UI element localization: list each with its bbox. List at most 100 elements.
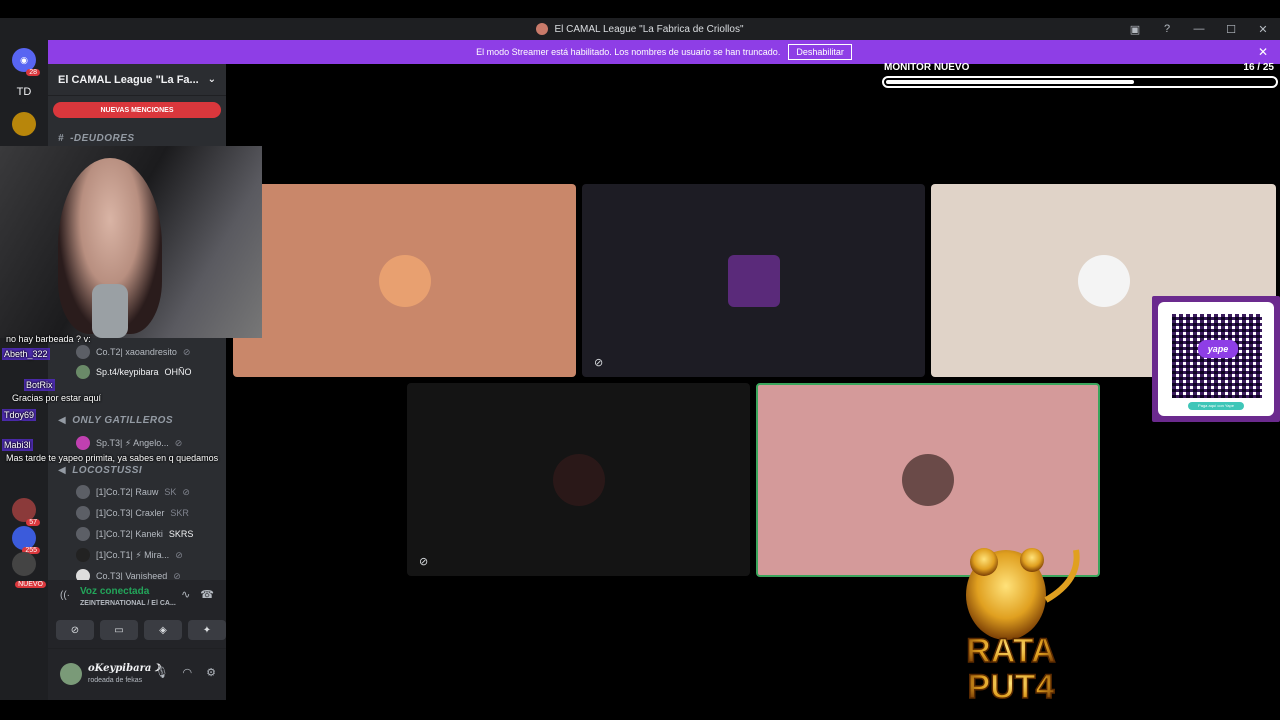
qr-card: yape Paga aquí con Yape xyxy=(1158,302,1274,416)
disable-streamer-button[interactable]: Deshabilitar xyxy=(788,44,852,60)
share-screen-button[interactable]: ▭ xyxy=(100,620,138,640)
avatar xyxy=(76,506,90,520)
server-icon xyxy=(536,23,549,35)
user-tag: SKR xyxy=(170,508,189,518)
voice-user[interactable]: [1]Co.T3| Craxler SKR xyxy=(76,503,189,523)
mute-icon: ⊘ xyxy=(182,486,190,497)
channel-label: LOCOSTUSSI xyxy=(72,464,143,476)
user-tag: SKRS xyxy=(168,529,194,539)
video-stage: ⊘ ⊘ xyxy=(226,64,1280,700)
voice-user[interactable]: Co.T2| xaoandresito ⊘ xyxy=(76,342,190,362)
voice-user[interactable]: Sp.t4/keypibara OHÑO xyxy=(76,362,192,382)
server-57[interactable]: 57 xyxy=(12,498,40,526)
camera-off-button[interactable]: ⊘ xyxy=(56,620,94,640)
minimize-icon[interactable]: — xyxy=(1192,23,1206,35)
avatar[interactable] xyxy=(60,663,82,685)
logo-word-2: PUT4 xyxy=(968,668,1055,706)
qr-caption: Paga aquí con Yape xyxy=(1188,402,1244,410)
mic-muted-icon: ⊘ xyxy=(419,556,429,568)
headphones-icon[interactable]: ◠ xyxy=(183,666,193,679)
chat-username: BotRix xyxy=(24,379,55,391)
username: ᴏKeypibara☽ xyxy=(88,663,161,674)
channel-label: -DEUDORES xyxy=(70,132,135,144)
server-rail: ◉ 28 TD 57 255 NUEVO xyxy=(0,40,48,700)
voice-status[interactable]: Voz conectada xyxy=(80,586,149,597)
user-name: [1]Co.T2| Rauw xyxy=(96,487,159,497)
mute-icon: ⊘ xyxy=(174,437,183,448)
voice-user[interactable]: [1]Co.T2| Rauw SK ⊘ xyxy=(76,482,190,502)
mute-icon: ⊘ xyxy=(175,549,183,560)
server-255[interactable]: 255 xyxy=(12,526,40,554)
user-tag: SK xyxy=(164,487,177,497)
hash-icon: # xyxy=(58,132,65,144)
avatar xyxy=(76,548,90,562)
title-bar: El CAMAL League "La Fabrica de Criollos"… xyxy=(0,18,1280,40)
avatar xyxy=(76,436,90,450)
voice-user[interactable]: [1]Co.T2| Kaneki SKRS xyxy=(76,524,193,544)
yape-qr-overlay: yape Paga aquí con Yape xyxy=(1152,296,1280,422)
participant-avatar xyxy=(552,453,605,506)
settings-gear-icon[interactable]: ⚙ xyxy=(206,666,216,679)
chat-line: no hay barbeada ? v: xyxy=(6,334,91,344)
microphone-icon[interactable]: 🎙︎ xyxy=(155,666,169,679)
avatar xyxy=(76,527,90,541)
server-gold[interactable] xyxy=(12,112,36,136)
voice-user[interactable]: Sp.T3| ⚡ Angelo... ⊘ xyxy=(76,433,182,453)
server-nuevo[interactable]: NUEVO xyxy=(12,552,46,588)
mute-icon: ⊘ xyxy=(182,346,191,357)
rat-tail xyxy=(1044,549,1080,603)
server-name: El CAMAL League "La Fa... xyxy=(58,73,199,86)
webcam-overlay xyxy=(0,146,262,338)
rata-put4-logo: RATA PUT4 xyxy=(966,548,1080,707)
goal-progress-track xyxy=(882,76,1278,88)
channel-deudores[interactable]: # -DEUDORES xyxy=(58,128,135,148)
badge: 57 xyxy=(26,519,40,526)
voice-user[interactable]: [1]Co.T1| ⚡ Mira... ⊘ xyxy=(76,545,183,565)
chat-line: Gracias por estar aquí xyxy=(12,393,102,403)
microphone xyxy=(92,284,128,338)
badge: 28 xyxy=(26,69,40,76)
close-icon[interactable]: ✕ xyxy=(1258,45,1268,59)
server-td[interactable]: TD xyxy=(12,80,36,104)
user-name: [1]Co.T1| ⚡ Mira... xyxy=(96,549,170,560)
new-mentions-pill[interactable]: NUEVAS MENCIONES xyxy=(53,102,221,118)
avatar xyxy=(76,345,90,359)
signal-icon[interactable]: ((· xyxy=(60,590,70,601)
voice-channel-path: ZEINTERNATIONAL / El CA... xyxy=(80,600,176,607)
user-name: [1]Co.T2| Kaneki xyxy=(96,529,163,539)
goal-progress-fill xyxy=(886,80,1135,84)
close-icon[interactable]: ✕ xyxy=(1256,23,1270,36)
discord-home-icon[interactable]: ◉ 28 xyxy=(12,48,40,76)
logo-word-1: RATA xyxy=(966,632,1055,670)
user-name: Sp.t4/keypibara xyxy=(96,367,159,377)
inbox-icon[interactable]: ▣ xyxy=(1128,23,1142,36)
server-header[interactable]: El CAMAL League "La Fa... ⌄ xyxy=(48,64,226,96)
window-title: El CAMAL League "La Fabrica de Criollos" xyxy=(554,23,744,35)
avatar xyxy=(76,365,90,379)
noise-suppression-icon[interactable]: ∿ xyxy=(181,588,190,601)
soundboard-button[interactable]: ✦ xyxy=(188,620,226,640)
yape-logo: yape xyxy=(1198,340,1238,358)
badge: NUEVO xyxy=(15,581,46,588)
activity-button[interactable]: ◈ xyxy=(144,620,182,640)
voice-channel-locostussi[interactable]: ◀ LOCOSTUSSI xyxy=(58,460,142,480)
goal-value: 16 / 25 xyxy=(1243,62,1274,73)
mic-muted-icon: ⊘ xyxy=(594,357,604,369)
participant-avatar xyxy=(727,254,780,307)
chat-line: Mas tarde te yapeo primita, ya sabes en … xyxy=(6,453,219,463)
participant-tile[interactable]: ⊘ xyxy=(407,383,750,576)
monitor-goal-overlay: MONITOR NUEVO 16 / 25 xyxy=(882,60,1278,90)
voice-connected-panel: ((· Voz conectada ZEINTERNATIONAL / El C… xyxy=(48,580,226,648)
banner-message: El modo Streamer está habilitado. Los no… xyxy=(476,47,781,57)
disconnect-icon[interactable]: ☎ xyxy=(200,588,214,601)
voice-channel-gatilleros[interactable]: ◀ ONLY GATILLEROS xyxy=(58,410,173,430)
maximize-icon[interactable]: ☐ xyxy=(1224,23,1238,36)
rat-ear xyxy=(1020,548,1044,572)
window-controls: ▣ ? — ☐ ✕ xyxy=(1128,18,1270,40)
participant-tile[interactable] xyxy=(233,184,576,377)
rat-ear xyxy=(970,548,998,576)
help-icon[interactable]: ? xyxy=(1160,23,1174,35)
avatar xyxy=(76,485,90,499)
participant-tile[interactable]: ⊘ xyxy=(582,184,925,377)
speaker-icon: ◀ xyxy=(58,464,67,476)
